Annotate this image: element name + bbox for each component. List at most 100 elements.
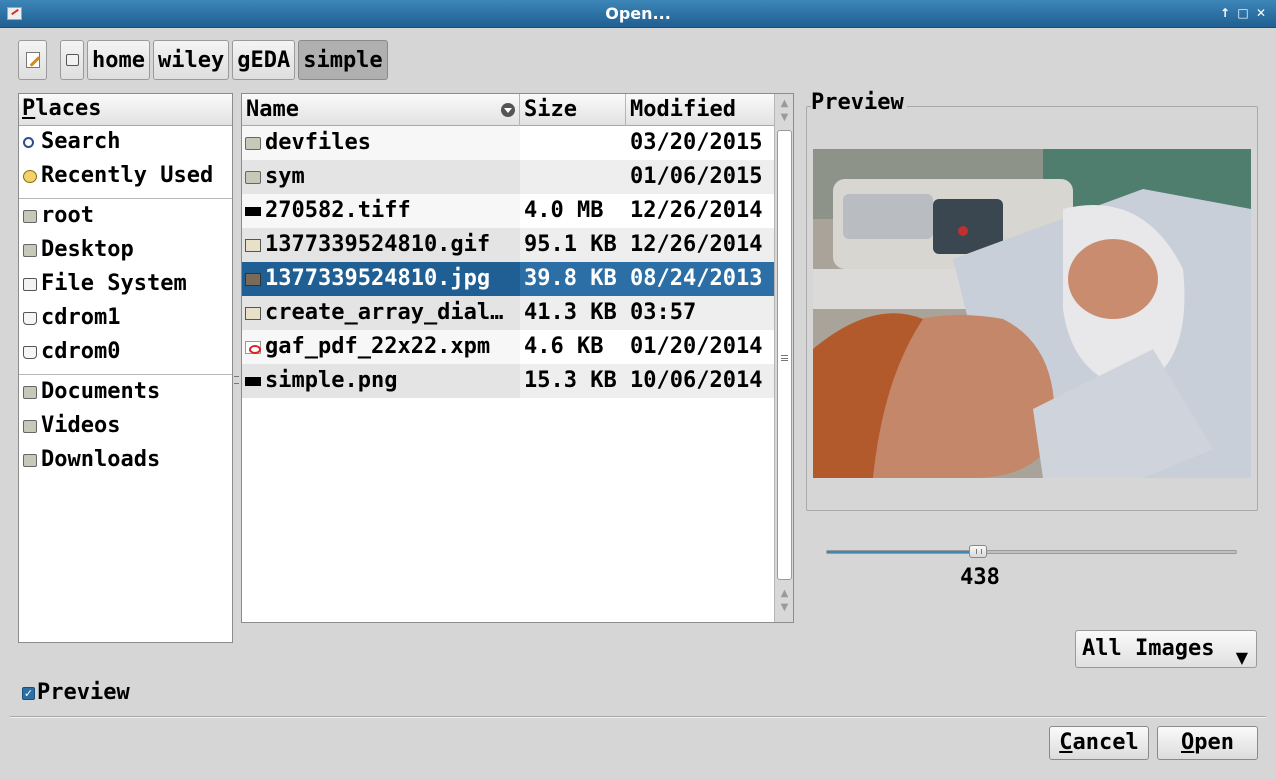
folder-icon xyxy=(245,171,261,184)
file-list: Name Size Modified devfiles 03/20/2015 s… xyxy=(241,93,794,623)
path-segment-simple[interactable]: simple xyxy=(298,40,388,80)
preview-checkbox-label[interactable]: Preview xyxy=(37,680,130,705)
file-row[interactable]: simple.png 15.3 KB 10/06/2014 xyxy=(242,364,776,398)
preview-size-slider[interactable] xyxy=(826,550,1237,554)
file-size xyxy=(520,160,626,194)
image-file-icon xyxy=(245,307,261,320)
window-title: Open... xyxy=(605,4,671,23)
path-segment-home[interactable]: home xyxy=(87,40,150,80)
file-name: create_array_dial… xyxy=(265,300,504,325)
cdrom-icon xyxy=(23,346,37,359)
cdrom-icon xyxy=(23,312,37,325)
slider-value: 438 xyxy=(960,565,1000,590)
path-segment-geda[interactable]: gEDA xyxy=(232,40,296,80)
file-name: simple.png xyxy=(265,368,398,393)
pencil-icon xyxy=(25,52,40,68)
place-desktop[interactable]: Desktop xyxy=(19,234,232,266)
place-recently-used[interactable]: Recently Used xyxy=(19,160,232,192)
close-icon[interactable]: ✕ xyxy=(1254,5,1268,21)
file-modified: 10/06/2014 xyxy=(630,368,763,393)
place-cdrom0[interactable]: cdrom0 xyxy=(19,336,232,368)
file-row[interactable]: 1377339524810.gif 95.1 KB 12/26/2014 xyxy=(242,228,776,262)
scroll-up-arrow-icon[interactable]: ▲ xyxy=(778,98,791,110)
place-downloads[interactable]: Downloads xyxy=(19,444,232,476)
file-row-selected[interactable]: 1377339524810.jpg 39.8 KB 08/24/2013 xyxy=(242,262,776,296)
place-search[interactable]: Search xyxy=(19,126,232,158)
file-row[interactable]: gaf_pdf_22x22.xpm 4.6 KB 01/20/2014 xyxy=(242,330,776,364)
file-modified: 03/20/2015 xyxy=(630,130,763,155)
scroll-down-arrow-icon[interactable]: ▼ xyxy=(778,112,791,124)
drive-icon xyxy=(23,278,37,291)
clock-icon xyxy=(23,170,37,183)
place-cdrom1[interactable]: cdrom1 xyxy=(19,302,232,334)
scrollbar-thumb[interactable] xyxy=(777,130,792,580)
file-size: 4.6 KB xyxy=(524,334,604,359)
column-header-modified[interactable]: Modified xyxy=(626,94,776,126)
file-list-header: Name Size Modified xyxy=(242,94,776,126)
image-file-icon xyxy=(245,377,261,386)
file-modified: 08/24/2013 xyxy=(630,266,763,291)
file-name: 270582.tiff xyxy=(265,198,411,223)
home-folder-icon xyxy=(23,210,37,223)
image-file-icon xyxy=(245,273,261,286)
place-root[interactable]: root xyxy=(19,200,232,232)
path-root-button[interactable] xyxy=(60,40,84,80)
column-header-name[interactable]: Name xyxy=(242,94,520,126)
pdf-file-icon xyxy=(245,341,261,354)
file-modified: 12/26/2014 xyxy=(630,198,763,223)
image-file-icon xyxy=(245,239,261,252)
place-documents[interactable]: Documents xyxy=(19,376,232,408)
cancel-button[interactable]: Cancel xyxy=(1049,726,1149,760)
title-bar: Open... ↑ □ ✕ xyxy=(0,0,1276,28)
search-icon xyxy=(23,137,34,148)
folder-icon xyxy=(23,420,37,433)
open-button[interactable]: Open xyxy=(1157,726,1258,760)
file-size: 15.3 KB xyxy=(524,368,617,393)
maximize-icon[interactable]: □ xyxy=(1236,5,1250,21)
preview-title: Preview xyxy=(811,90,907,115)
file-name: devfiles xyxy=(265,130,371,155)
place-file-system[interactable]: File System xyxy=(19,268,232,300)
desktop-folder-icon xyxy=(23,244,37,257)
file-size xyxy=(520,126,626,160)
scroll-up-arrow-icon[interactable]: ▲ xyxy=(778,588,791,600)
file-size: 41.3 KB xyxy=(524,300,617,325)
preview-image xyxy=(813,149,1251,478)
path-bar: home wiley gEDA simple xyxy=(18,40,388,80)
keep-above-icon[interactable]: ↑ xyxy=(1218,5,1232,21)
file-name: 1377339524810.gif xyxy=(265,232,491,257)
slider-fill xyxy=(827,551,979,553)
file-row[interactable]: 270582.tiff 4.0 MB 12/26/2014 xyxy=(242,194,776,228)
image-file-icon xyxy=(245,207,261,216)
file-row[interactable]: devfiles 03/20/2015 xyxy=(242,126,776,160)
slider-handle[interactable] xyxy=(969,545,987,558)
file-list-scrollbar[interactable]: ▲ ▼ ▲ ▼ xyxy=(774,94,793,622)
file-size: 95.1 KB xyxy=(524,232,617,257)
file-size: 39.8 KB xyxy=(524,266,617,291)
dropdown-arrow-icon: ▼ xyxy=(1235,648,1248,667)
sort-descending-icon xyxy=(501,103,515,117)
preview-photo xyxy=(813,149,1251,478)
file-type-filter-select[interactable]: All Images ▼ xyxy=(1075,630,1257,668)
preview-checkbox[interactable]: ✓ xyxy=(22,687,35,700)
file-name: sym xyxy=(265,164,305,189)
file-modified: 03:57 xyxy=(630,300,697,325)
places-header[interactable]: Places xyxy=(19,94,232,126)
file-name: 1377339524810.jpg xyxy=(265,266,491,291)
edit-location-button[interactable] xyxy=(18,40,47,80)
path-segment-wiley[interactable]: wiley xyxy=(152,40,230,80)
scroll-grip-icon xyxy=(781,355,788,361)
places-separator xyxy=(19,198,232,199)
file-row[interactable]: create_array_dial… 41.3 KB 03:57 xyxy=(242,296,776,330)
place-videos[interactable]: Videos xyxy=(19,410,232,442)
file-size: 4.0 MB xyxy=(524,198,604,223)
places-separator xyxy=(19,374,232,375)
file-modified: 12/26/2014 xyxy=(630,232,763,257)
folder-icon xyxy=(245,137,261,150)
file-row[interactable]: sym 01/06/2015 xyxy=(242,160,776,194)
pane-splitter-handle[interactable] xyxy=(234,376,239,384)
places-panel: Places Search Recently Used root Desktop… xyxy=(18,93,233,643)
column-header-size[interactable]: Size xyxy=(520,94,626,126)
scroll-down-arrow-icon[interactable]: ▼ xyxy=(778,602,791,614)
file-modified: 01/20/2014 xyxy=(630,334,763,359)
